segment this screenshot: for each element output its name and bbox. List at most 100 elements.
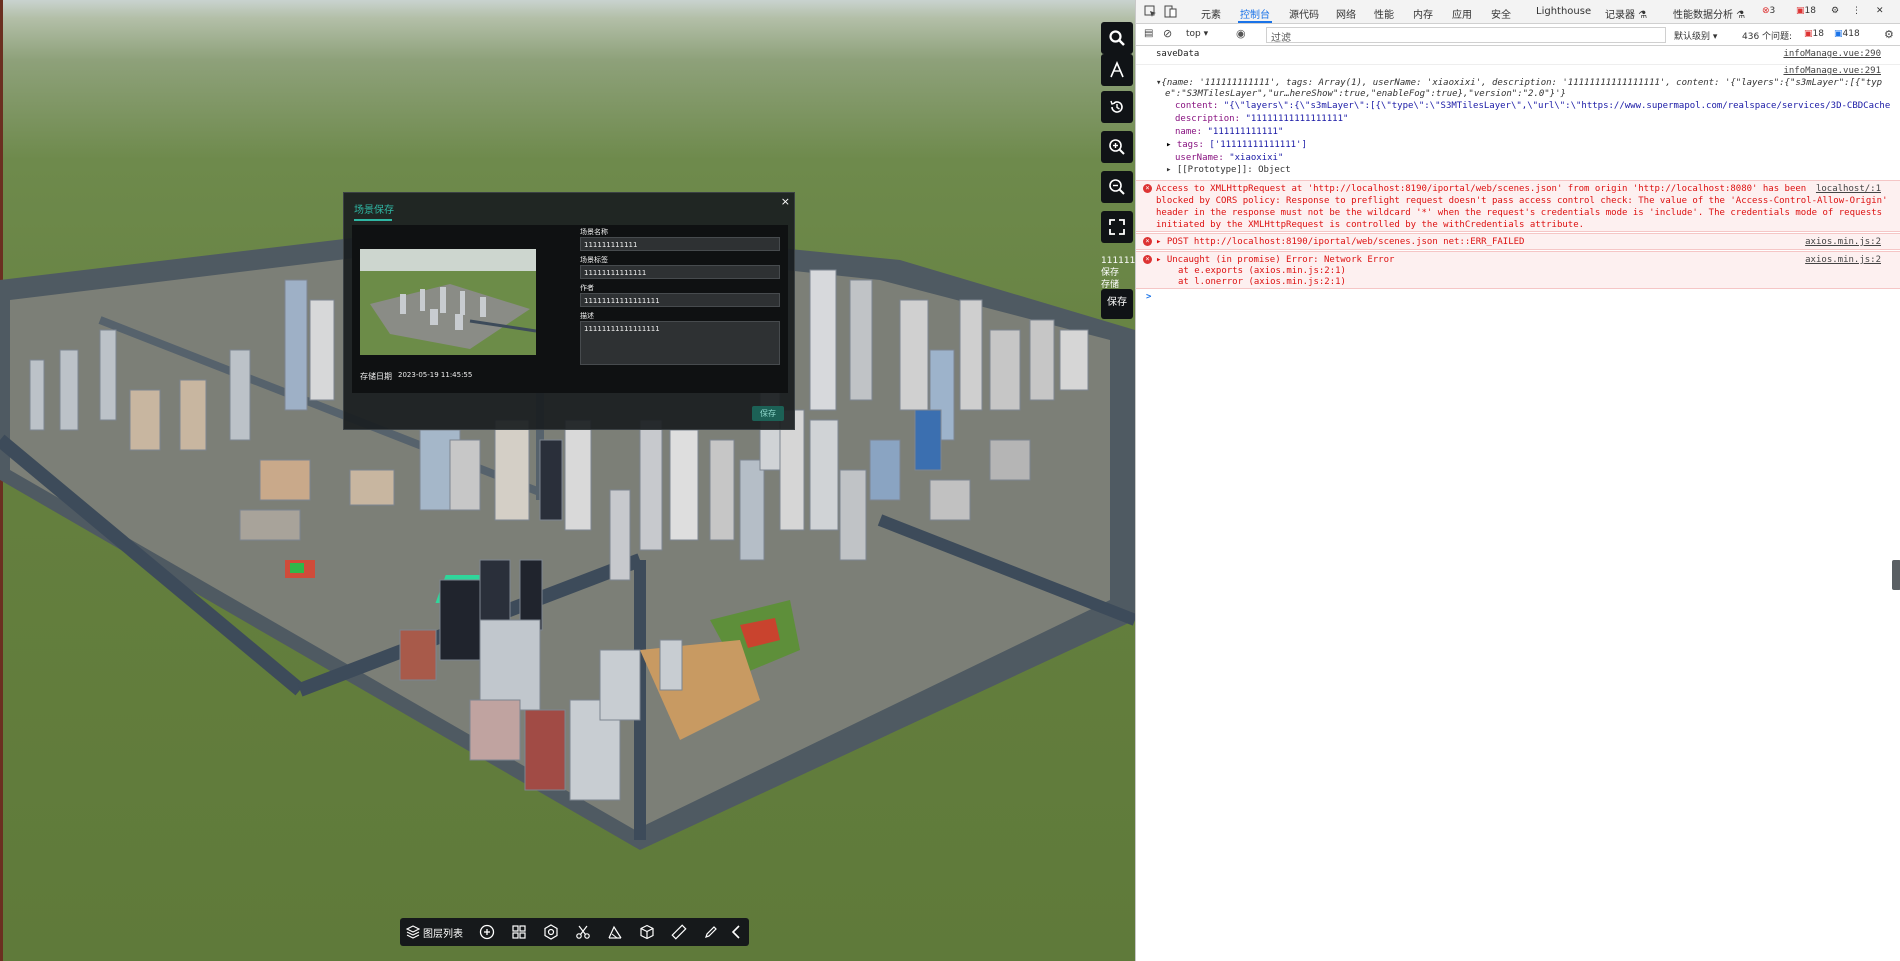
error-icon: × xyxy=(1143,237,1152,246)
prop-prototype[interactable]: ▸ [[Prototype]]: Object xyxy=(1166,165,1291,175)
console-settings-icon[interactable]: ⚙ xyxy=(1884,28,1894,41)
uncaught-error-text[interactable]: ▸ Uncaught (in promise) Error: Network E… xyxy=(1156,255,1394,265)
issues-info-count[interactable]: ▣418 xyxy=(1834,29,1860,39)
context-select[interactable]: top ▾ xyxy=(1186,29,1208,39)
tab-performance[interactable]: 性能 xyxy=(1374,6,1394,21)
error-badge-icon: ⊗ xyxy=(1762,6,1770,16)
prop-tags[interactable]: ▸ tags: ['11111111111111'] xyxy=(1166,140,1307,150)
post-error-text[interactable]: ▸ POST http://localhost:8190/iportal/web… xyxy=(1156,237,1524,247)
side-scene-name[interactable]: 11111111 xyxy=(1101,255,1135,267)
description-textarea[interactable]: 11111111111111111 xyxy=(580,321,780,365)
tab-network[interactable]: 网络 xyxy=(1336,6,1356,21)
scene-name-label: 场景名称 xyxy=(580,228,608,236)
dialog-save-button[interactable]: 保存 xyxy=(752,406,784,421)
sidebar-toggle-icon[interactable]: ▤ xyxy=(1144,28,1153,39)
log-level-select[interactable]: 默认级别 ▾ xyxy=(1674,29,1717,42)
author-input[interactable]: 11111111111111111 xyxy=(580,293,780,307)
more-options-icon[interactable]: ⋮ xyxy=(1852,6,1861,16)
draw-button[interactable] xyxy=(697,921,725,943)
model-button[interactable] xyxy=(633,921,661,943)
stack-frame-2[interactable]: at l.onerror (axios.min.js:2:1) xyxy=(1178,277,1346,287)
scene-name-input[interactable]: 111111111111 xyxy=(580,237,780,251)
log-source-link[interactable]: infoManage.vue:291 xyxy=(1783,66,1881,76)
zoom-in-button[interactable] xyxy=(1101,131,1133,163)
console-filter-input[interactable]: 过滤 xyxy=(1266,27,1666,44)
measure-angle-button[interactable] xyxy=(601,921,629,943)
log-source-link[interactable]: localhost/:1 xyxy=(1816,184,1881,194)
log-text: saveData xyxy=(1156,49,1200,59)
clear-console-icon[interactable]: ⊘ xyxy=(1163,27,1172,40)
side-save-label[interactable]: 保存 xyxy=(1101,267,1119,279)
tab-memory[interactable]: 内存 xyxy=(1413,6,1433,21)
prompt-chevron-icon: > xyxy=(1146,292,1152,302)
settings-gear-icon[interactable]: ⚙ xyxy=(1831,6,1839,16)
layer-list-button[interactable]: 图层列表 xyxy=(406,925,469,940)
grid-button[interactable] xyxy=(505,921,533,943)
side-save-button[interactable]: 保存 xyxy=(1101,289,1133,319)
search-icon xyxy=(1109,30,1125,46)
warning-count-badge[interactable]: ▣18 xyxy=(1796,6,1816,16)
console-toolbar: ▤ ⊘ top ▾ ◉ 过滤 默认级别 ▾ 436 个问题: ▣18 ▣418 … xyxy=(1136,24,1900,46)
object-preview[interactable]: ▾{name: '111111111111', tags: Array(1), … xyxy=(1156,78,1882,88)
issues-warn-value: 18 xyxy=(1812,29,1824,39)
scene-thumbnail xyxy=(360,249,536,355)
clip-button[interactable] xyxy=(569,921,597,943)
log-level-value: 默认级别 xyxy=(1674,32,1711,42)
fullscreen-icon xyxy=(1109,219,1125,235)
prop-value: "{\"layers\":{\"s3mLayer\":[{\"type\":\"… xyxy=(1223,101,1891,111)
close-devtools-icon[interactable]: ✕ xyxy=(1876,6,1884,16)
bottom-toolbar: 图层列表 xyxy=(400,918,749,946)
console-prompt[interactable]: > xyxy=(1136,292,1900,306)
cube-icon xyxy=(640,924,654,940)
zoom-out-button[interactable] xyxy=(1101,171,1133,203)
compass-icon xyxy=(1110,61,1124,78)
stack-frame-1[interactable]: at e.exports (axios.min.js:2:1) xyxy=(1178,266,1346,276)
eye-icon[interactable]: ◉ xyxy=(1236,27,1246,40)
tab-sources[interactable]: 源代码 xyxy=(1289,6,1319,21)
search-button[interactable] xyxy=(1101,22,1133,54)
cors-error-line1[interactable]: Access to XMLHttpRequest at 'http://loca… xyxy=(1156,184,1806,194)
post-error-message: POST http://localhost:8190/iportal/web/s… xyxy=(1166,237,1525,247)
ruler-button[interactable] xyxy=(665,921,693,943)
city-scene[interactable] xyxy=(0,0,1135,961)
log-source-link[interactable]: infoManage.vue:290 xyxy=(1783,49,1881,59)
device-toolbar-icon[interactable] xyxy=(1164,5,1177,18)
error-count: 3 xyxy=(1769,6,1776,16)
object-preview-line2: e":"S3MTilesLayer","ur…hereShow":true,"e… xyxy=(1165,89,1566,99)
tab-recorder[interactable]: 记录器 ⚗ xyxy=(1605,6,1647,21)
add-circle-icon xyxy=(479,924,495,940)
tab-performance-insights[interactable]: 性能数据分析 ⚗ xyxy=(1673,6,1745,21)
tab-elements[interactable]: 元素 xyxy=(1201,6,1221,21)
description-label: 描述 xyxy=(580,312,594,320)
collapse-toolbar-button[interactable] xyxy=(729,921,743,943)
inspect-icon[interactable] xyxy=(1144,5,1157,18)
chevron-left-icon xyxy=(731,925,740,939)
reset-view-button[interactable] xyxy=(1101,91,1133,123)
log-source-link[interactable]: axios.min.js:2 xyxy=(1805,255,1881,265)
issues-label[interactable]: 436 个问题: xyxy=(1742,29,1792,42)
add-button[interactable] xyxy=(473,921,501,943)
tab-application[interactable]: 应用 xyxy=(1452,6,1472,21)
error-count-badge[interactable]: ⊗3 xyxy=(1762,6,1775,16)
close-icon[interactable]: × xyxy=(781,195,790,208)
info-issues-icon: ▣ xyxy=(1834,29,1843,39)
settings-button[interactable] xyxy=(537,921,565,943)
fullscreen-button[interactable] xyxy=(1101,211,1133,243)
thumbnail-image xyxy=(360,249,536,355)
gear-icon xyxy=(544,924,558,940)
issues-warn-count[interactable]: ▣18 xyxy=(1804,29,1824,39)
compass-button[interactable] xyxy=(1101,54,1133,86)
scene-tags-input[interactable]: 11111111111111 xyxy=(580,265,780,279)
drawer-handle[interactable] xyxy=(1892,560,1900,590)
active-tab-indicator xyxy=(1238,21,1272,23)
prop-key: userName: xyxy=(1175,153,1224,163)
prop-username: userName: "xiaoxixi" xyxy=(1175,153,1283,163)
log-source-link[interactable]: axios.min.js:2 xyxy=(1805,237,1881,247)
tab-lighthouse[interactable]: Lighthouse xyxy=(1536,6,1591,17)
scene-viewport[interactable]: 11111111 保存 存储 保存 场景保存 × 存储日期 xyxy=(0,0,1135,961)
layer-list-label: 图层列表 xyxy=(423,928,463,940)
terrain-icon xyxy=(608,925,622,939)
issues-info-value: 418 xyxy=(1842,29,1860,39)
tab-security[interactable]: 安全 xyxy=(1491,6,1511,21)
tab-console[interactable]: 控制台 xyxy=(1240,6,1270,21)
